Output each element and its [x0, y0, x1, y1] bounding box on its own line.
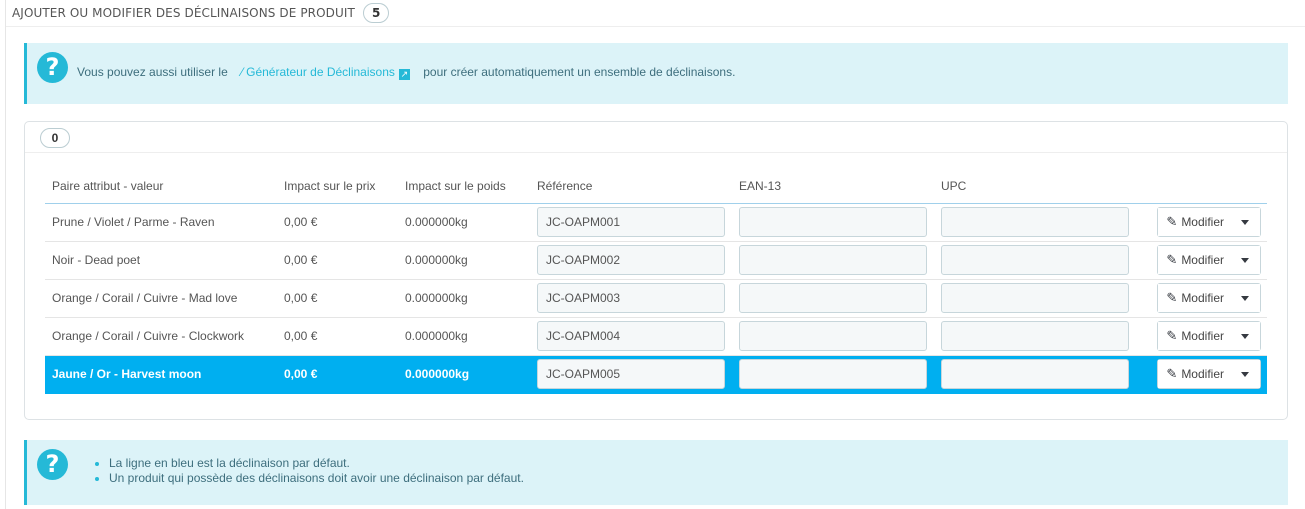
info-alert-default: ? La ligne en bleu est la déclinaison pa…	[24, 440, 1288, 505]
info-alert-text: Vous pouvez aussi utiliser le ⁄ Générateu…	[77, 65, 735, 80]
reference-input[interactable]	[537, 283, 725, 313]
edit-button-label: Modifier	[1181, 253, 1224, 267]
cell-weight-impact: 0.000000kg	[398, 279, 530, 318]
caret-down-icon	[1241, 257, 1249, 263]
edit-button-label: Modifier	[1181, 215, 1224, 229]
pencil-icon: ✎	[1166, 290, 1178, 305]
upc-input[interactable]	[941, 283, 1129, 313]
cell-attribute: Orange / Corail / Cuivre - Clockwork	[45, 317, 277, 356]
edit-button-label: Modifier	[1181, 329, 1224, 343]
upc-input[interactable]	[941, 321, 1129, 351]
row-actions: ✎ Modifier	[1157, 359, 1261, 389]
pencil-icon: ✎	[1166, 366, 1178, 381]
pencil-icon: ✎	[1166, 252, 1178, 267]
column-header-price-impact: Impact sur le prix	[277, 169, 398, 204]
upc-input[interactable]	[941, 245, 1129, 275]
column-header-upc: UPC	[934, 169, 1136, 204]
panel-title: Ajouter ou modifier des déclinaisons de …	[12, 6, 355, 20]
cell-weight-impact: 0.000000kg	[398, 317, 530, 356]
combination-count-badge: 5	[362, 3, 390, 23]
ean13-input[interactable]	[739, 283, 927, 313]
actions-dropdown-toggle[interactable]	[1230, 360, 1260, 388]
info-alert-generator: ? Vous pouvez aussi utiliser le ⁄ Générat…	[24, 43, 1288, 104]
column-header-weight-impact: Impact sur le poids	[398, 169, 530, 204]
heading-divider	[6, 26, 1305, 27]
list-count-badge: 0	[40, 128, 70, 148]
ean13-input[interactable]	[739, 245, 927, 275]
reference-input[interactable]	[537, 245, 725, 275]
cell-weight-impact: 0.000000kg	[398, 355, 530, 394]
cell-weight-impact: 0.000000kg	[398, 241, 530, 280]
cell-price-impact: 0,00 €	[277, 203, 398, 242]
column-header-ean13: EAN-13	[732, 169, 934, 204]
info-list: La ligne en bleu est la déclinaison par …	[91, 456, 524, 486]
edit-button[interactable]: ✎ Modifier	[1158, 208, 1230, 236]
external-link-icon: ↗	[398, 69, 410, 80]
edit-button-label: Modifier	[1181, 291, 1224, 305]
actions-dropdown-toggle[interactable]	[1230, 322, 1260, 350]
info-text-after: pour créer automatiquement un ensemble d…	[423, 65, 736, 79]
info-list-item: La ligne en bleu est la déclinaison par …	[109, 456, 524, 471]
reference-input[interactable]	[537, 207, 725, 237]
caret-down-icon	[1241, 333, 1249, 339]
ean13-input[interactable]	[739, 321, 927, 351]
column-header-reference: Référence	[530, 169, 732, 204]
column-header-actions	[1136, 169, 1267, 204]
info-list-item: Un produit qui possède des déclinaisons …	[109, 471, 524, 486]
list-header: 0	[25, 122, 1287, 153]
table-row[interactable]: Orange / Corail / Cuivre - Mad love 0,00…	[45, 279, 1267, 318]
combinations-list-panel: 0 Paire attribut - valeur Impact sur le …	[24, 121, 1288, 420]
caret-down-icon	[1241, 371, 1249, 377]
pencil-icon: ✎	[1166, 214, 1178, 229]
upc-input[interactable]	[941, 359, 1129, 389]
cell-price-impact: 0,00 €	[277, 241, 398, 280]
column-header-attribute: Paire attribut - valeur	[45, 169, 277, 204]
pencil-icon: ✎	[1166, 328, 1178, 343]
reference-input[interactable]	[537, 321, 725, 351]
row-actions: ✎ Modifier	[1157, 245, 1261, 275]
magic-wand-icon: ⁄	[241, 65, 244, 79]
cell-attribute: Prune / Violet / Parme - Raven	[45, 203, 277, 242]
edit-button[interactable]: ✎ Modifier	[1158, 322, 1230, 350]
actions-dropdown-toggle[interactable]	[1230, 284, 1260, 312]
panel-heading: Ajouter ou modifier des déclinaisons de …	[12, 2, 390, 24]
table-row[interactable]: Noir - Dead poet 0,00 € 0.000000kg ✎Modi…	[45, 241, 1267, 280]
combinations-table: Paire attribut - valeur Impact sur le pr…	[45, 169, 1267, 394]
edit-button[interactable]: ✎ Modifier	[1158, 360, 1230, 388]
generator-link[interactable]: ⁄ Générateur de Déclinaisons ↗	[231, 65, 420, 80]
cell-attribute: Orange / Corail / Cuivre - Mad love	[45, 279, 277, 318]
edit-button-label: Modifier	[1181, 367, 1224, 381]
cell-price-impact: 0,00 €	[277, 279, 398, 318]
actions-dropdown-toggle[interactable]	[1230, 246, 1260, 274]
row-actions: ✎ Modifier	[1157, 207, 1261, 237]
table-row[interactable]: Orange / Corail / Cuivre - Clockwork 0,0…	[45, 317, 1267, 356]
caret-down-icon	[1241, 219, 1249, 225]
ean13-input[interactable]	[739, 359, 927, 389]
info-text-before: Vous pouvez aussi utiliser le	[77, 65, 228, 79]
cell-weight-impact: 0.000000kg	[398, 203, 530, 242]
table-row-default[interactable]: Jaune / Or - Harvest moon 0,00 € 0.00000…	[45, 355, 1267, 394]
cell-price-impact: 0,00 €	[277, 317, 398, 356]
reference-input[interactable]	[537, 359, 725, 389]
question-icon: ?	[37, 52, 68, 83]
row-actions: ✎ Modifier	[1157, 283, 1261, 313]
generator-link-label: Générateur de Déclinaisons	[246, 65, 395, 79]
cell-attribute: Jaune / Or - Harvest moon	[45, 355, 277, 394]
question-icon: ?	[37, 449, 68, 480]
table-row[interactable]: Prune / Violet / Parme - Raven 0,00 € 0.…	[45, 203, 1267, 242]
edit-button[interactable]: ✎ Modifier	[1158, 284, 1230, 312]
actions-dropdown-toggle[interactable]	[1230, 208, 1260, 236]
upc-input[interactable]	[941, 207, 1129, 237]
cell-price-impact: 0,00 €	[277, 355, 398, 394]
table-header-row: Paire attribut - valeur Impact sur le pr…	[45, 169, 1267, 204]
cell-attribute: Noir - Dead poet	[45, 241, 277, 280]
ean13-input[interactable]	[739, 207, 927, 237]
row-actions: ✎ Modifier	[1157, 321, 1261, 351]
edit-button[interactable]: ✎ Modifier	[1158, 246, 1230, 274]
caret-down-icon	[1241, 295, 1249, 301]
